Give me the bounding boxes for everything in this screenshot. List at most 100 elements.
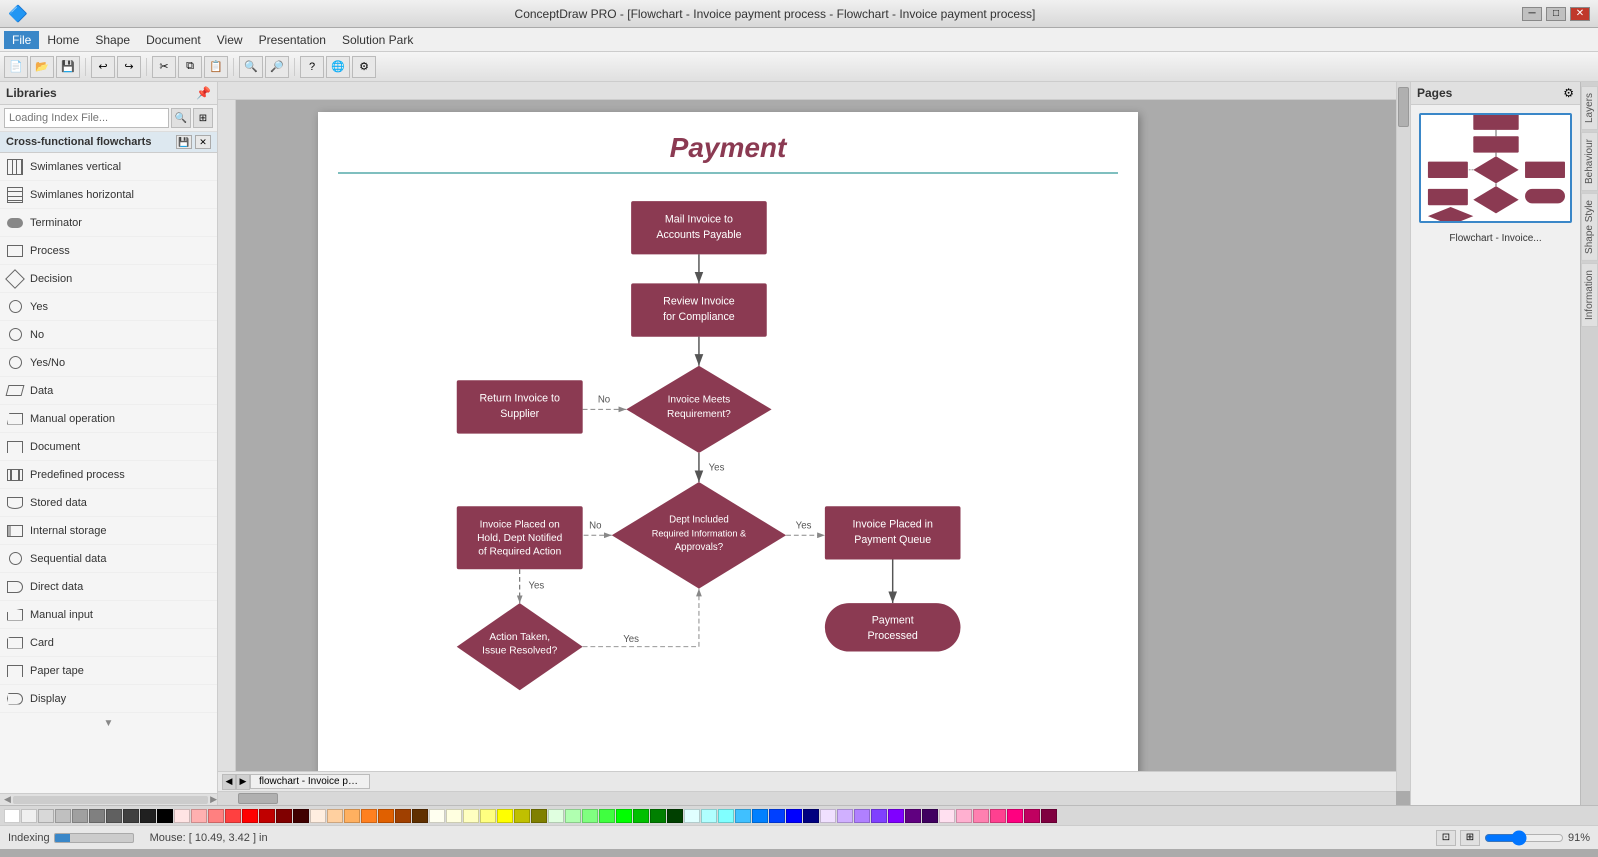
toolbar-copy[interactable]: ⧉ (178, 56, 202, 78)
palette-color[interactable] (55, 809, 71, 823)
palette-color[interactable] (548, 809, 564, 823)
library-scroll-more[interactable]: ▼ (0, 713, 217, 733)
palette-color[interactable] (123, 809, 139, 823)
shape-payment-queue[interactable] (825, 506, 961, 559)
menu-solution-park[interactable]: Solution Park (334, 31, 421, 49)
library-item-manual-operation[interactable]: Manual operation (0, 405, 217, 433)
menu-presentation[interactable]: Presentation (251, 31, 334, 49)
palette-color[interactable] (242, 809, 258, 823)
palette-color[interactable] (225, 809, 241, 823)
palette-color[interactable] (599, 809, 615, 823)
palette-color[interactable] (1024, 809, 1040, 823)
toolbar-help[interactable]: ? (300, 56, 324, 78)
library-item-stored-data[interactable]: Stored data (0, 489, 217, 517)
side-tab-behaviour[interactable]: Behaviour (1581, 132, 1598, 191)
palette-color[interactable] (259, 809, 275, 823)
tab-nav-prev[interactable]: ◀ (222, 774, 236, 790)
library-item-terminator[interactable]: Terminator (0, 209, 217, 237)
zoom-fit-button[interactable]: ⊡ (1436, 830, 1456, 846)
library-item-document[interactable]: Document (0, 433, 217, 461)
library-item-paper-tape[interactable]: Paper tape (0, 657, 217, 685)
library-item-process[interactable]: Process (0, 237, 217, 265)
palette-color[interactable] (4, 809, 20, 823)
palette-color[interactable] (21, 809, 37, 823)
library-item-data[interactable]: Data (0, 377, 217, 405)
menu-document[interactable]: Document (138, 31, 209, 49)
palette-color[interactable] (1041, 809, 1057, 823)
diagram-canvas[interactable]: Payment (238, 102, 1382, 777)
canvas-vscroll-thumb[interactable] (1398, 87, 1409, 127)
canvas-hscroll[interactable] (218, 791, 1396, 805)
window-controls[interactable]: ─ □ ✕ (1522, 7, 1590, 21)
menu-home[interactable]: Home (39, 31, 87, 49)
libraries-pin[interactable]: 📌 (196, 86, 211, 100)
toolbar-web[interactable]: 🌐 (326, 56, 350, 78)
palette-color[interactable] (89, 809, 105, 823)
palette-color[interactable] (973, 809, 989, 823)
library-item-manual-input[interactable]: Manual input (0, 601, 217, 629)
library-item-predefined[interactable]: Predefined process (0, 461, 217, 489)
palette-color[interactable] (803, 809, 819, 823)
diagram-paper[interactable]: Payment (318, 112, 1138, 777)
toolbar-zoom-out[interactable]: 🔎 (265, 56, 289, 78)
palette-color[interactable] (395, 809, 411, 823)
palette-color[interactable] (310, 809, 326, 823)
category-save[interactable]: 💾 (176, 135, 192, 149)
palette-color[interactable] (769, 809, 785, 823)
palette-color[interactable] (429, 809, 445, 823)
search-input[interactable] (4, 108, 169, 128)
palette-color[interactable] (718, 809, 734, 823)
side-tab-layers[interactable]: Layers (1581, 86, 1598, 130)
palette-color[interactable] (1007, 809, 1023, 823)
palette-color[interactable] (208, 809, 224, 823)
menu-shape[interactable]: Shape (87, 31, 138, 49)
palette-color[interactable] (616, 809, 632, 823)
library-item-sequential-data[interactable]: Sequential data (0, 545, 217, 573)
library-item-yes-no[interactable]: Yes/No (0, 349, 217, 377)
maximize-button[interactable]: □ (1546, 7, 1566, 21)
page-thumbnail[interactable] (1419, 113, 1572, 223)
palette-color[interactable] (463, 809, 479, 823)
palette-color[interactable] (293, 809, 309, 823)
palette-color[interactable] (922, 809, 938, 823)
palette-color[interactable] (191, 809, 207, 823)
canvas-hscroll-thumb[interactable] (238, 793, 278, 804)
palette-color[interactable] (514, 809, 530, 823)
close-button[interactable]: ✕ (1570, 7, 1590, 21)
palette-color[interactable] (72, 809, 88, 823)
palette-color[interactable] (531, 809, 547, 823)
pages-options[interactable]: ⚙ (1563, 86, 1574, 100)
palette-color[interactable] (38, 809, 54, 823)
minimize-button[interactable]: ─ (1522, 7, 1542, 21)
palette-color[interactable] (480, 809, 496, 823)
side-tab-information[interactable]: Information (1581, 263, 1598, 327)
library-item-direct-data[interactable]: Direct data (0, 573, 217, 601)
palette-color[interactable] (412, 809, 428, 823)
toolbar-zoom-in[interactable]: 🔍 (239, 56, 263, 78)
palette-color[interactable] (140, 809, 156, 823)
toolbar-open[interactable]: 📂 (30, 56, 54, 78)
palette-color[interactable] (786, 809, 802, 823)
toolbar-settings[interactable]: ⚙ (352, 56, 376, 78)
zoom-slider[interactable] (1484, 830, 1564, 846)
palette-color[interactable] (106, 809, 122, 823)
toolbar-redo[interactable]: ↪ (117, 56, 141, 78)
library-item-display[interactable]: Display (0, 685, 217, 713)
menu-file[interactable]: File (4, 31, 39, 49)
library-item-swimlanes-horizontal[interactable]: Swimlanes horizontal (0, 181, 217, 209)
palette-color[interactable] (378, 809, 394, 823)
tab-nav-next[interactable]: ▶ (236, 774, 250, 790)
grid-button[interactable]: ⊞ (193, 108, 213, 128)
palette-color[interactable] (157, 809, 173, 823)
palette-color[interactable] (956, 809, 972, 823)
palette-color[interactable] (735, 809, 751, 823)
canvas-area[interactable]: Payment (218, 82, 1410, 805)
zoom-page-button[interactable]: ⊞ (1460, 830, 1480, 846)
palette-color[interactable] (174, 809, 190, 823)
shape-mail-invoice[interactable] (631, 201, 767, 254)
palette-color[interactable] (344, 809, 360, 823)
palette-color[interactable] (939, 809, 955, 823)
palette-color[interactable] (837, 809, 853, 823)
library-item-yes[interactable]: Yes (0, 293, 217, 321)
palette-color[interactable] (276, 809, 292, 823)
